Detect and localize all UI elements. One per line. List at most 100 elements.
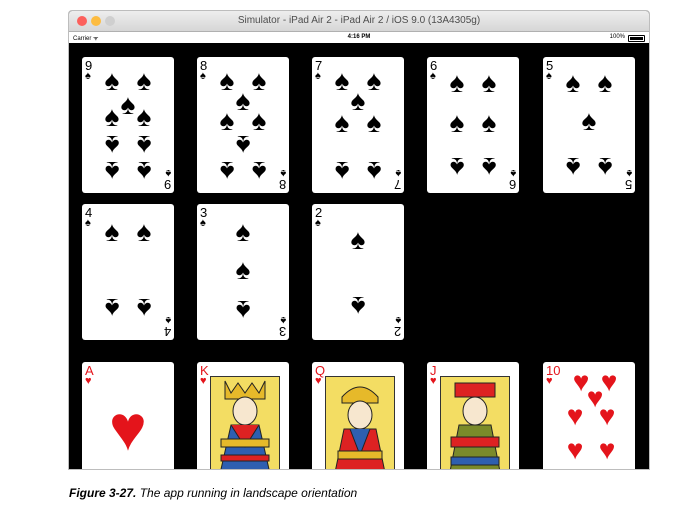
spade-icon: ♠ xyxy=(104,101,120,132)
spade-icon: ♠ xyxy=(136,156,152,187)
spade-icon: ♠ xyxy=(449,107,465,138)
spade-icon: ♠ xyxy=(449,67,465,98)
card-corner: 9 ♠ xyxy=(163,167,171,192)
card-corner: 5 ♠ xyxy=(624,167,632,192)
spade-icon: ♠ xyxy=(481,107,497,138)
spade-icon: ♠ xyxy=(104,216,120,247)
spade-icon: ♠ xyxy=(251,65,267,96)
spade-icon: ♠ xyxy=(430,70,436,82)
spade-icon: ♠ xyxy=(565,67,581,98)
card-8-spades[interactable]: 8 ♠ ♠ ♠ ♠ ♠ ♠ ♠ ♠ ♠ 8 ♠ xyxy=(197,57,289,193)
spade-icon: ♠ xyxy=(251,105,267,136)
spade-icon: ♠ xyxy=(235,254,251,285)
card-corner: 6 ♠ xyxy=(508,167,516,192)
spade-icon: ♠ xyxy=(85,217,91,229)
simulator-window: Simulator - iPad Air 2 - iPad Air 2 / iO… xyxy=(68,10,650,470)
jack-face-art xyxy=(440,376,510,469)
spade-icon: ♠ xyxy=(350,291,366,322)
spade-icon: ♠ xyxy=(334,107,350,138)
heart-icon: ♥ xyxy=(85,375,92,387)
spade-icon: ♠ xyxy=(251,156,267,187)
spade-icon: ♠ xyxy=(597,67,613,98)
window-title: Simulator - iPad Air 2 - iPad Air 2 / iO… xyxy=(237,15,481,26)
heart-icon: ♥ xyxy=(315,375,322,387)
spade-icon: ♠ xyxy=(315,217,321,229)
spade-icon: ♠ xyxy=(334,156,350,187)
spade-icon: ♠ xyxy=(366,107,382,138)
card-corner: 2 ♠ xyxy=(393,314,401,339)
card-ace-hearts[interactable]: A ♥ ♥ xyxy=(82,362,174,469)
card-corner: 3 ♠ xyxy=(278,314,286,339)
spade-icon: ♠ xyxy=(366,156,382,187)
spade-icon: ♠ xyxy=(315,70,321,82)
king-figure-icon xyxy=(211,377,279,469)
card-corner: 7 ♠ xyxy=(393,167,401,192)
card-corner: 8 ♠ xyxy=(278,167,286,192)
queen-face-art xyxy=(325,376,395,469)
card-corner: 4 ♠ xyxy=(163,314,171,339)
heart-icon: ♥ xyxy=(546,375,553,387)
card-3-spades[interactable]: 3 ♠ ♠ ♠ ♠ 3 ♠ xyxy=(197,204,289,340)
spade-icon: ♠ xyxy=(104,156,120,187)
spade-icon: ♠ xyxy=(581,105,597,136)
spade-icon: ♠ xyxy=(136,101,152,132)
spade-icon: ♠ xyxy=(235,130,251,161)
card-7-spades[interactable]: 7 ♠ ♠ ♠ ♠ ♠ ♠ ♠ ♠ 7 ♠ xyxy=(312,57,404,193)
heart-icon: ♥ xyxy=(598,434,616,465)
card-6-spades[interactable]: 6 ♠ ♠ ♠ ♠ ♠ ♠ ♠ 6 ♠ xyxy=(427,57,519,193)
heart-icon: ♥ xyxy=(598,400,616,431)
spade-icon: ♠ xyxy=(219,65,235,96)
spade-icon: ♠ xyxy=(219,105,235,136)
spade-icon: ♠ xyxy=(546,70,552,82)
heart-icon: ♥ xyxy=(566,400,584,431)
spade-icon: ♠ xyxy=(120,89,136,120)
spade-icon: ♠ xyxy=(235,85,251,116)
card-king-hearts[interactable]: K ♥ xyxy=(197,362,289,469)
status-time: 4:16 PM xyxy=(347,34,371,40)
jack-figure-icon xyxy=(441,377,509,469)
spade-icon: ♠ xyxy=(366,65,382,96)
spade-icon: ♠ xyxy=(565,152,581,183)
card-jack-hearts[interactable]: J ♥ xyxy=(427,362,519,469)
card-queen-hearts[interactable]: Q ♥ xyxy=(312,362,404,469)
heart-icon: ♥ xyxy=(566,434,584,465)
heart-icon: ♥ xyxy=(200,375,207,387)
card-5-spades[interactable]: 5 ♠ ♠ ♠ ♠ ♠ ♠ 5 ♠ xyxy=(543,57,635,193)
spade-icon: ♠ xyxy=(104,293,120,324)
spade-icon: ♠ xyxy=(481,67,497,98)
card-10-hearts[interactable]: 10 ♥ ♥ ♥ ♥ ♥ ♥ ♥ ♥ xyxy=(543,362,635,469)
spade-icon: ♠ xyxy=(136,130,152,161)
spade-icon: ♠ xyxy=(235,295,251,326)
card-collection-view[interactable]: 9 ♠ ♠ ♠ ♠ ♠ ♠ ♠ ♠ ♠ ♠ 9 ♠ 8 ♠ ♠ ♠ ♠ ♠ ♠ ♠… xyxy=(69,43,649,469)
spade-icon: ♠ xyxy=(334,65,350,96)
spade-icon: ♠ xyxy=(597,152,613,183)
spade-icon: ♠ xyxy=(350,224,366,255)
battery-percent: 100% xyxy=(609,34,625,40)
card-9-spades[interactable]: 9 ♠ ♠ ♠ ♠ ♠ ♠ ♠ ♠ ♠ ♠ 9 ♠ xyxy=(82,57,174,193)
title-bar: Simulator - iPad Air 2 - iPad Air 2 / iO… xyxy=(69,11,649,32)
card-4-spades[interactable]: 4 ♠ ♠ ♠ ♠ ♠ 4 ♠ xyxy=(82,204,174,340)
spade-icon: ♠ xyxy=(219,156,235,187)
figure-caption: Figure 3-27. The app running in landscap… xyxy=(69,486,357,500)
card-2-spades[interactable]: 2 ♠ ♠ ♠ 2 ♠ xyxy=(312,204,404,340)
ios-status-bar: Carrier ᯤ 4:16 PM 100% xyxy=(69,32,649,43)
spade-icon: ♠ xyxy=(136,65,152,96)
heart-icon: ♥ xyxy=(430,375,437,387)
spade-icon: ♠ xyxy=(200,70,206,82)
spade-icon: ♠ xyxy=(235,216,251,247)
spade-icon: ♠ xyxy=(350,85,366,116)
spade-icon: ♠ xyxy=(85,70,91,82)
spade-icon: ♠ xyxy=(481,152,497,183)
king-face-art xyxy=(210,376,280,469)
spade-icon: ♠ xyxy=(136,216,152,247)
figure-text: The app running in landscape orientation xyxy=(139,486,358,500)
heart-icon: ♥ xyxy=(109,392,147,464)
figure-label: Figure 3-27. xyxy=(69,486,137,500)
spade-icon: ♠ xyxy=(104,65,120,96)
battery-icon xyxy=(628,35,645,42)
spade-icon: ♠ xyxy=(136,293,152,324)
spade-icon: ♠ xyxy=(104,130,120,161)
spade-icon: ♠ xyxy=(200,217,206,229)
spade-icon: ♠ xyxy=(449,152,465,183)
queen-figure-icon xyxy=(326,377,394,469)
